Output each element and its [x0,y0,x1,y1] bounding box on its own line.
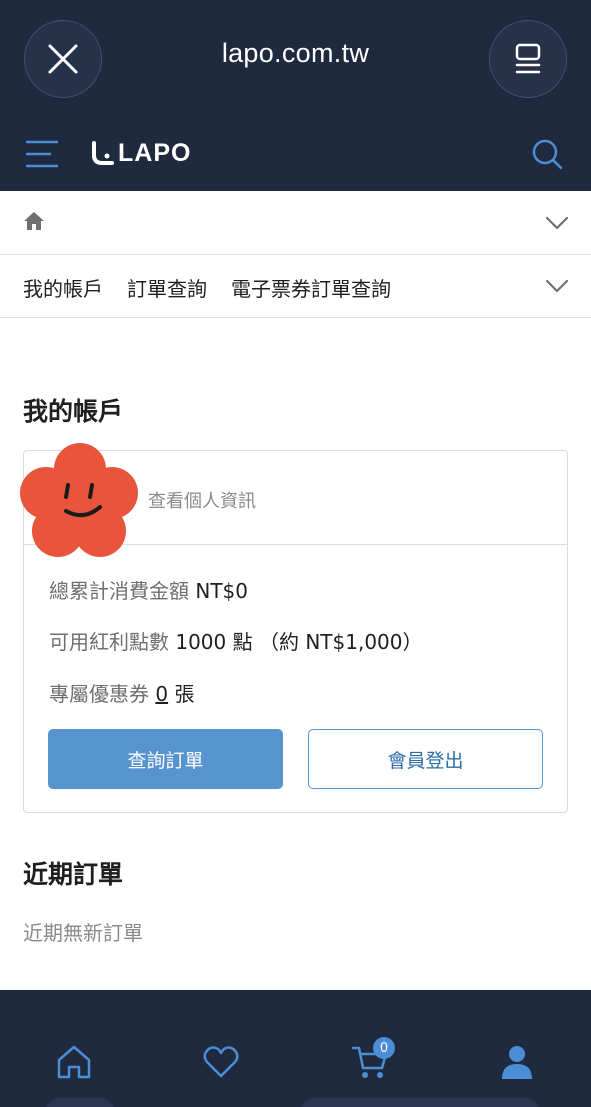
recent-orders-title: 近期訂單 [23,860,124,889]
points-value: 1000 點 [175,630,253,654]
logout-button[interactable]: 會員登出 [308,729,543,789]
home-indicator-right [300,1098,540,1107]
recent-orders-empty: 近期無新訂單 [23,921,143,945]
bonus-points: 可用紅利點數 1000 點 （約 NT$1,000） [49,626,423,655]
site-header: LAPO [0,112,591,191]
heart-icon [203,1046,239,1078]
profile-header[interactable]: 查看個人資訊 [20,443,567,557]
points-label: 可用紅利點數 [49,630,169,654]
tab-my-account[interactable]: 我的帳戶 [23,273,103,302]
avatar [20,443,138,557]
nav-home[interactable] [54,1042,94,1082]
home-icon[interactable] [23,211,45,231]
page-title: 我的帳戶 [23,397,124,426]
account-tab-row: 我的帳戶 訂單查詢 電子票券訂單查詢 [0,255,591,318]
tab-order-query[interactable]: 訂單查詢 [127,273,207,302]
cart-count-badge: 0 [373,1037,395,1059]
chevron-down-icon[interactable] [545,216,569,230]
chevron-down-icon[interactable] [545,279,569,293]
browser-bar: lapo.com.tw [0,0,591,112]
total-spent-value: NT$0 [195,579,248,603]
tabs-button[interactable] [489,20,567,98]
home-icon [57,1045,91,1079]
view-profile-link[interactable]: 查看個人資訊 [148,487,256,513]
tab-eticket-order-query[interactable]: 電子票券訂單查詢 [231,273,391,302]
tabs-icon [515,43,541,74]
logo-mark-icon [92,141,114,165]
logo-text: LAPO [118,138,192,167]
coupons-label: 專屬優惠券 [49,682,149,706]
bottom-nav [0,990,591,1107]
nav-wishlist[interactable] [201,1042,241,1082]
account-tabs: 我的帳戶 訂單查詢 電子票券訂單查詢 [23,273,415,302]
breadcrumb [0,191,591,255]
site-logo[interactable]: LAPO [90,138,191,168]
coupons-count-link[interactable]: 0 [155,682,168,706]
nav-account[interactable] [497,1042,537,1082]
coupons: 專屬優惠券 0 張 [49,678,194,707]
account-card: 查看個人資訊 總累計消費金額 NT$0 可用紅利點數 1000 點 （約 NT$… [20,443,568,813]
total-spent: 總累計消費金額 NT$0 [49,575,248,604]
hamburger-menu-icon[interactable] [26,139,58,169]
search-icon[interactable] [530,137,564,171]
points-equivalent: （約 NT$1,000） [258,630,423,654]
query-orders-button[interactable]: 查詢訂單 [48,729,283,789]
user-icon [502,1046,532,1079]
coupons-unit: 張 [174,682,195,706]
total-spent-label: 總累計消費金額 [49,579,189,603]
home-indicator-left [45,1098,115,1107]
